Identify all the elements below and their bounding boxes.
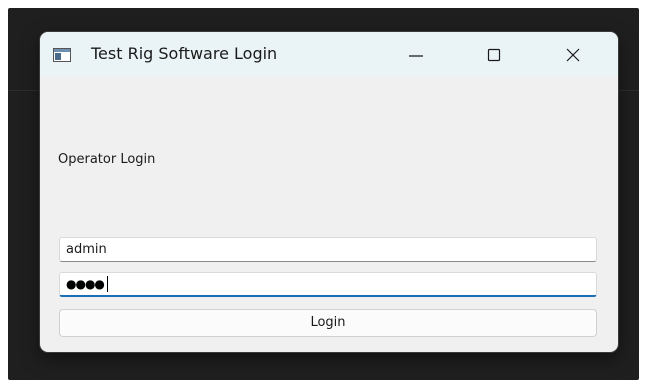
desktop-divider (8, 90, 41, 91)
login-button[interactable]: Login (59, 309, 597, 337)
maximize-icon (487, 48, 501, 62)
login-window: Test Rig Software Login Operator Login ●… (40, 32, 618, 352)
maximize-button[interactable] (472, 32, 518, 76)
close-icon (566, 48, 580, 62)
desktop-divider (616, 90, 639, 91)
password-input[interactable]: ●●●● (59, 272, 597, 297)
close-button[interactable] (551, 32, 597, 76)
minimize-icon (409, 55, 423, 57)
window-title: Test Rig Software Login (91, 44, 278, 63)
app-window-icon (53, 47, 71, 62)
text-caret (106, 276, 108, 292)
minimize-button[interactable] (393, 32, 439, 76)
operator-login-heading: Operator Login (58, 152, 156, 167)
title-bar[interactable]: Test Rig Software Login (40, 32, 618, 76)
username-input[interactable] (59, 237, 597, 262)
password-mask: ●●●● (66, 277, 105, 291)
